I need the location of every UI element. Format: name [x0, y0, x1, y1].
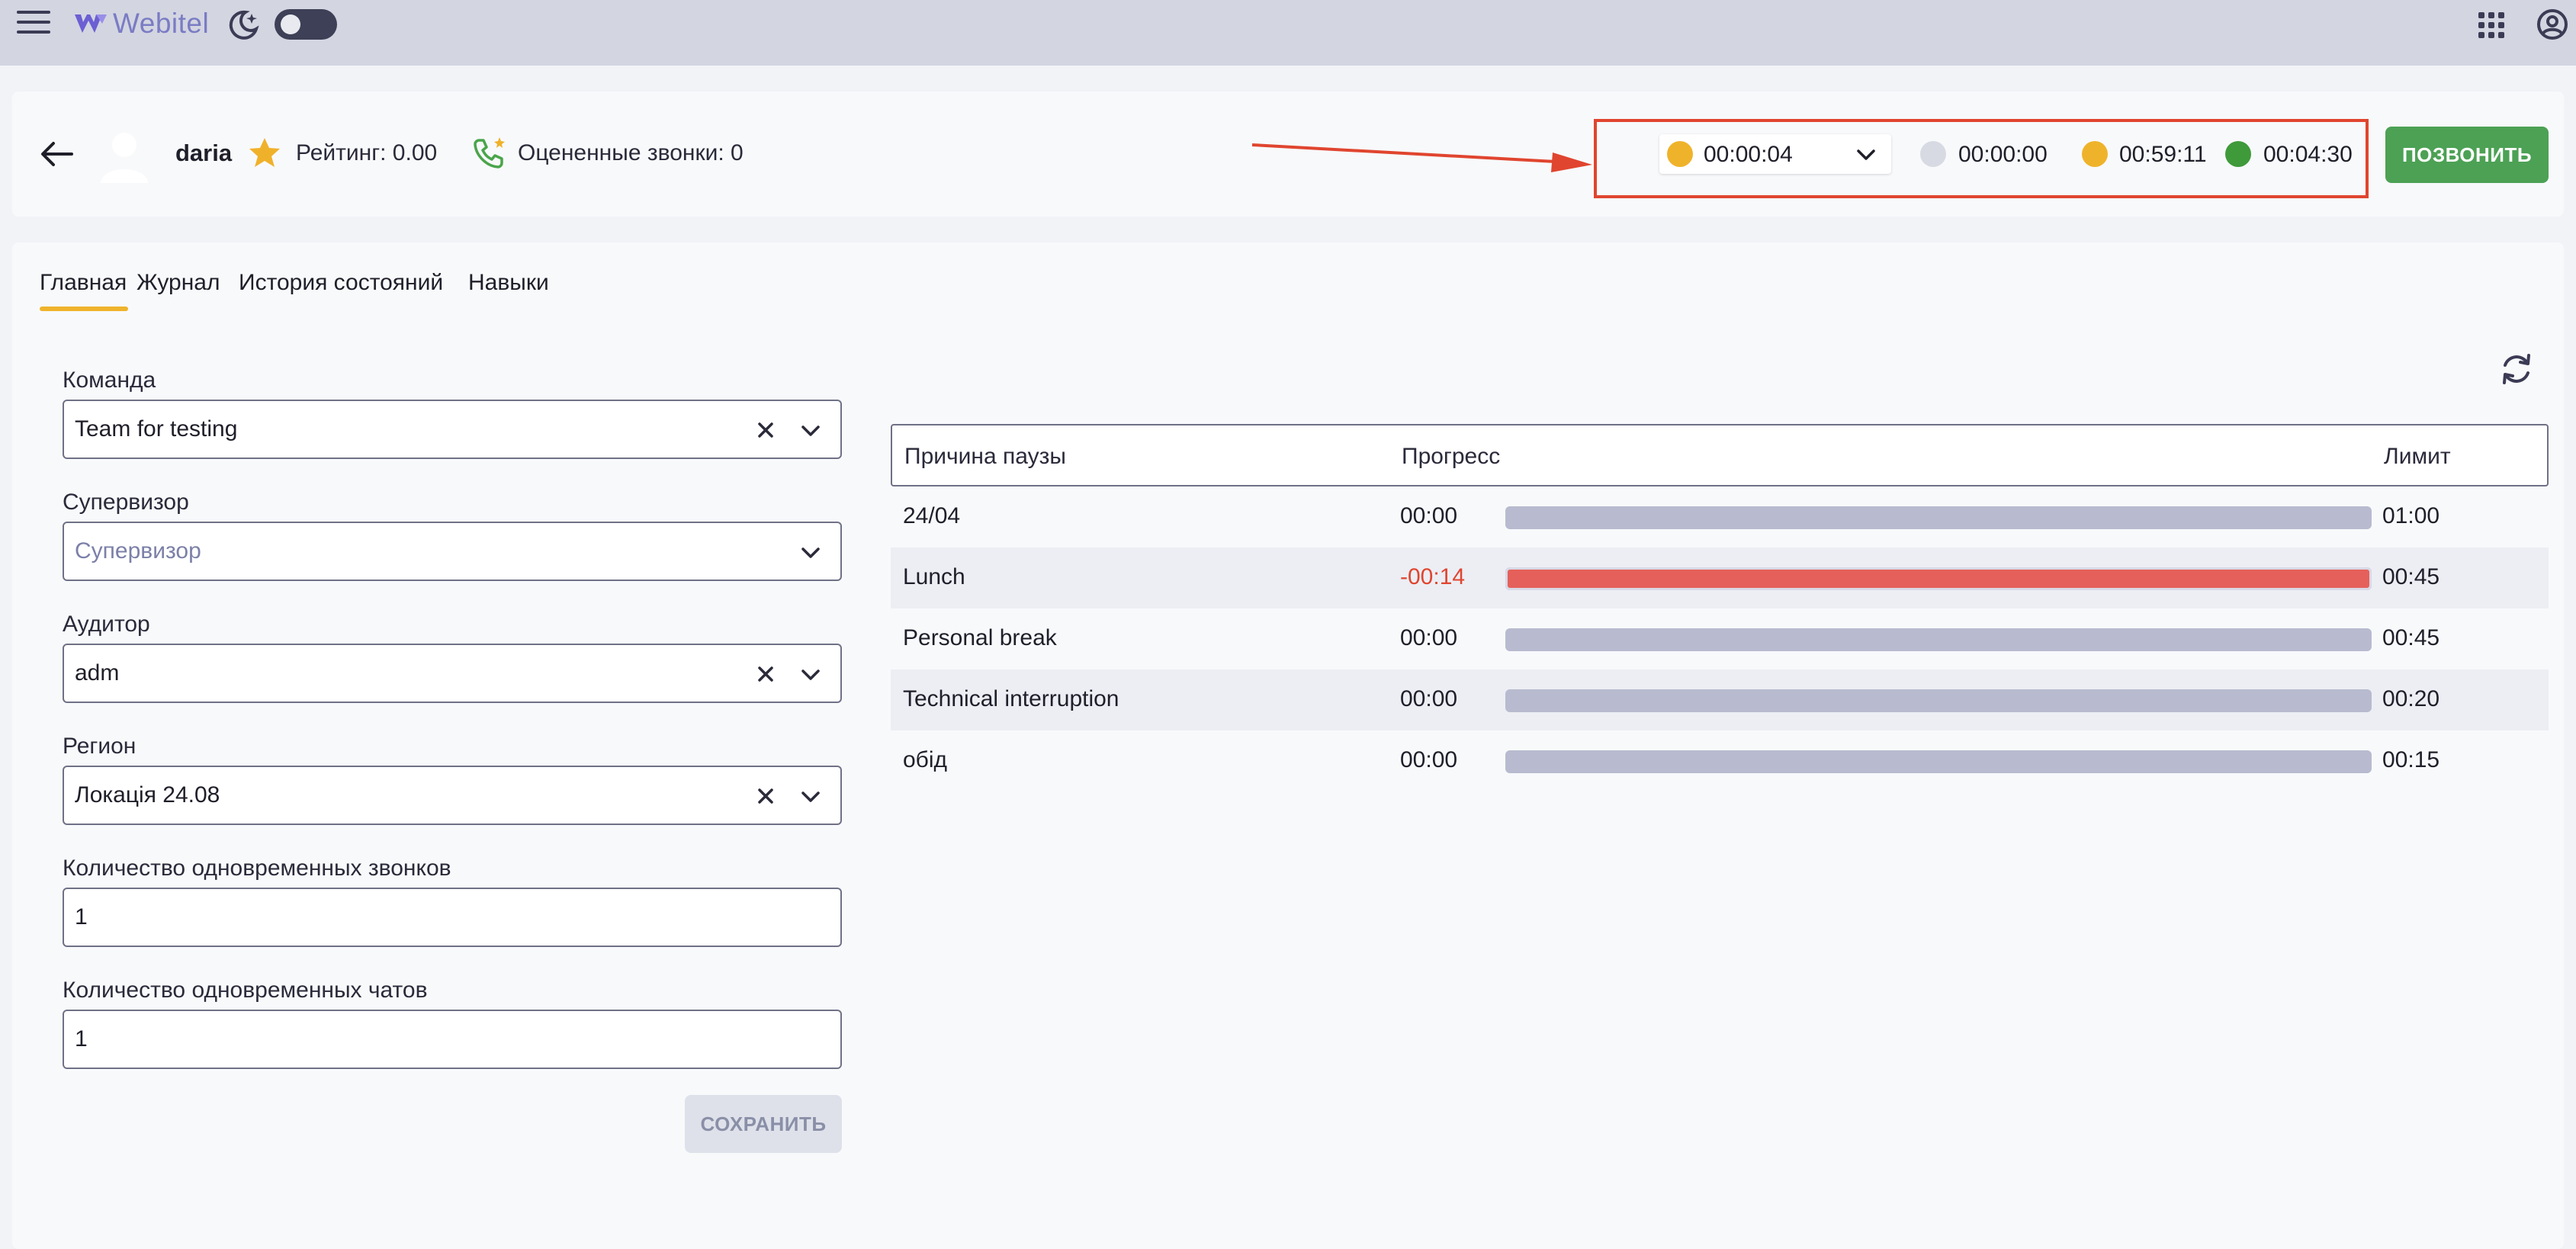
chevron-down-icon	[801, 669, 820, 680]
call-button[interactable]: ПОЗВОНИТЬ	[2385, 127, 2549, 183]
progress-bar-fill	[1505, 567, 2372, 590]
table-row: обід 00:00 00:15	[891, 730, 2549, 791]
tab-skills[interactable]: Навыки	[468, 270, 549, 296]
save-button[interactable]: СОХРАНИТЬ	[685, 1095, 842, 1153]
webitel-logo-mark	[75, 14, 107, 33]
pause-reason: Technical interruption	[903, 686, 1119, 711]
back-arrow-icon[interactable]	[40, 140, 73, 168]
tab-main[interactable]: Главная	[40, 270, 127, 296]
pause-reason: обід	[903, 747, 948, 772]
supervisor-select[interactable]: Супервизор	[63, 522, 842, 581]
clear-icon[interactable]	[755, 663, 776, 685]
avatar	[101, 133, 148, 183]
progress-bar	[1505, 750, 2372, 773]
chevron-down-icon	[801, 791, 820, 802]
pause-limit: 00:45	[2382, 625, 2440, 650]
brand-name: Webitel	[113, 8, 210, 39]
supervisor-placeholder: Супервизор	[75, 538, 201, 563]
header-reason: Причина паузы	[904, 444, 1066, 469]
offline-dot	[1920, 141, 1946, 167]
header-limit: Лимит	[2384, 444, 2451, 469]
status-select[interactable]: 00:00:04	[1659, 134, 1891, 174]
tab-state-history[interactable]: История состояний	[239, 270, 443, 296]
pause-progress-time: 00:00	[1400, 625, 1458, 650]
offline-timer: 00:00:00	[1958, 142, 2048, 167]
auditor-label: Аудитор	[63, 612, 150, 637]
concurrent-calls-label: Количество одновременных звонков	[63, 856, 451, 881]
online-dot	[2225, 141, 2251, 167]
tab-journal[interactable]: Журнал	[137, 270, 220, 296]
pause-progress-time: 00:00	[1400, 747, 1458, 772]
status-dot	[1667, 141, 1693, 167]
progress-bar	[1505, 567, 2372, 590]
pause-progress-time: 00:00	[1400, 503, 1458, 528]
region-select[interactable]: Локація 24.08	[63, 766, 842, 825]
rated-calls: Оцененные звонки: 0	[518, 140, 744, 165]
clear-icon[interactable]	[755, 785, 776, 807]
progress-bar	[1505, 628, 2372, 651]
rating: Рейтинг: 0.00	[296, 140, 438, 165]
supervisor-label: Супервизор	[63, 490, 189, 515]
apps-grid-icon[interactable]	[2478, 12, 2504, 38]
star-icon	[249, 138, 280, 167]
refresh-icon[interactable]	[2498, 351, 2535, 387]
header-progress: Прогресс	[1402, 444, 1501, 469]
active-tab-indicator	[40, 307, 128, 311]
moon-icon	[229, 10, 259, 40]
pause-progress-time: 00:00	[1400, 686, 1458, 711]
pause-dot	[2082, 141, 2108, 167]
pause-progress-time: -00:14	[1400, 564, 1466, 589]
webitel-logo[interactable]: Webitel	[73, 5, 209, 43]
pause-reason: 24/04	[903, 503, 961, 528]
region-value: Локація 24.08	[75, 782, 220, 808]
pause-limit: 00:45	[2382, 564, 2440, 589]
theme-toggle[interactable]	[275, 9, 337, 40]
pause-reason: Personal break	[903, 625, 1057, 650]
table-row: Lunch -00:14 00:45	[891, 547, 2549, 608]
team-select[interactable]: Team for testing	[63, 400, 842, 459]
auditor-select[interactable]: adm	[63, 644, 842, 703]
auditor-value: adm	[75, 660, 120, 686]
table-row: Personal break 00:00 00:45	[891, 608, 2549, 669]
annotation-arrow	[1251, 143, 1592, 172]
chevron-down-icon	[801, 547, 820, 558]
team-value: Team for testing	[75, 416, 238, 441]
status-time: 00:00:04	[1704, 142, 1793, 167]
online-timer: 00:04:30	[2263, 142, 2353, 167]
clear-icon[interactable]	[755, 419, 776, 441]
pause-table-header: Причина паузы Прогресс Лимит	[891, 424, 2549, 486]
pause-timer: 00:59:11	[2119, 142, 2207, 167]
table-row: 24/04 00:00 01:00	[891, 486, 2549, 547]
account-icon[interactable]	[2536, 8, 2568, 40]
concurrent-chats-label: Количество одновременных чатов	[63, 978, 428, 1003]
concurrent-calls-value: 1	[75, 904, 88, 930]
pause-limit: 00:20	[2382, 686, 2440, 711]
team-label: Команда	[63, 368, 156, 393]
progress-bar	[1505, 506, 2372, 529]
concurrent-calls-input[interactable]: 1	[63, 888, 842, 947]
chevron-down-icon	[1857, 149, 1875, 160]
concurrent-chats-input[interactable]: 1	[63, 1010, 842, 1069]
pause-limit: 00:15	[2382, 747, 2440, 772]
concurrent-chats-value: 1	[75, 1026, 88, 1052]
progress-bar	[1505, 689, 2372, 712]
pause-reason: Lunch	[903, 564, 965, 589]
menu-icon[interactable]	[17, 11, 50, 38]
chevron-down-icon	[801, 425, 820, 436]
top-app-bar: Webitel	[0, 0, 2576, 66]
table-row: Technical interruption 00:00 00:20	[891, 669, 2549, 730]
phone-star-icon	[474, 137, 505, 169]
pause-limit: 01:00	[2382, 503, 2440, 528]
agent-name: daria	[175, 140, 233, 166]
region-label: Регион	[63, 734, 137, 759]
